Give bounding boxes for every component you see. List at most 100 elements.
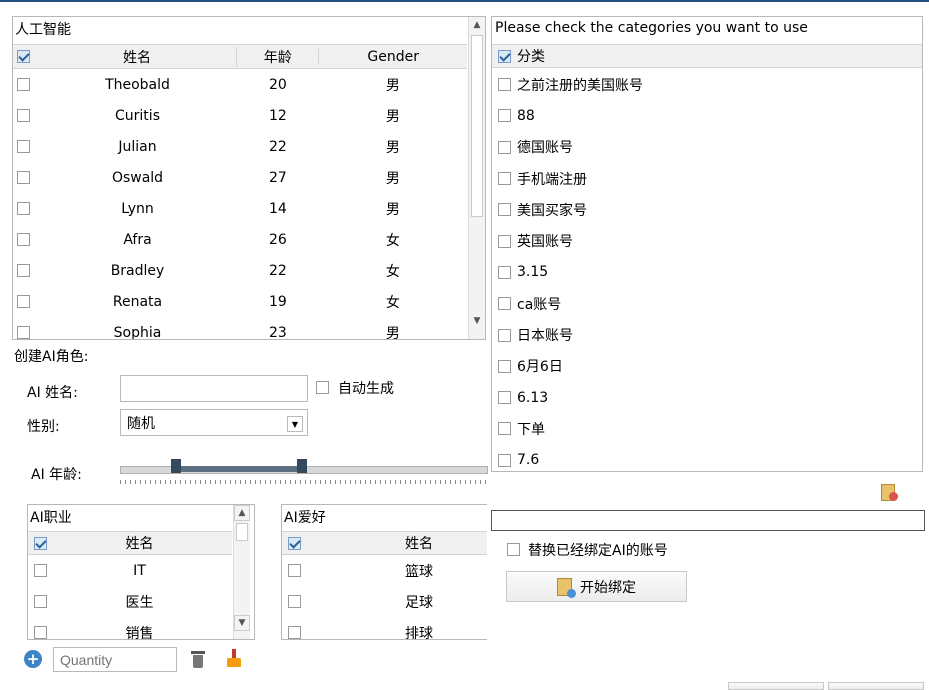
table-row[interactable]: Julian 22 男 — [13, 131, 467, 162]
category-item[interactable]: 美国买家号 — [492, 194, 922, 225]
category-checkbox[interactable] — [498, 78, 511, 92]
category-label: 7.6 — [517, 452, 540, 469]
jobs-column-header[interactable]: 姓名 — [47, 533, 232, 553]
remove-category-icon[interactable] — [880, 483, 898, 501]
category-checkbox[interactable] — [498, 265, 511, 279]
select-all-checkbox[interactable] — [17, 50, 30, 63]
cell-gender: 男 — [385, 77, 400, 94]
table-row[interactable]: Lynn 14 男 — [13, 193, 467, 224]
category-item[interactable]: 英国账号 — [492, 225, 922, 256]
category-item[interactable]: 6.13 — [492, 382, 922, 413]
add-icon[interactable]: + — [24, 650, 42, 668]
list-item[interactable]: 足球 — [282, 586, 487, 617]
scroll-up-icon[interactable]: ▲ — [234, 505, 250, 521]
item-label: 排球 — [405, 625, 433, 640]
list-item[interactable]: 排球 — [282, 617, 487, 640]
row-checkbox[interactable] — [17, 326, 30, 339]
slider-handle-max[interactable] — [297, 459, 307, 473]
category-item[interactable]: ca账号 — [492, 288, 922, 319]
table-row[interactable]: Curitis 12 男 — [13, 100, 467, 131]
list-item[interactable]: 销售 — [28, 617, 232, 639]
row-checkbox[interactable] — [17, 78, 30, 91]
categories-select-all-checkbox[interactable] — [498, 49, 511, 63]
start-binding-button[interactable]: 开始绑定 — [506, 571, 687, 602]
auto-generate-label[interactable]: 自动生成 — [338, 378, 394, 398]
hobbies-title: AI爱好 — [284, 510, 326, 526]
column-header-age[interactable]: 年龄 — [236, 46, 318, 67]
replace-bound-checkbox[interactable] — [507, 543, 520, 556]
category-checkbox[interactable] — [498, 172, 511, 186]
category-item[interactable]: 下单 — [492, 413, 922, 444]
scroll-down-icon[interactable]: ▼ — [469, 313, 485, 329]
scroll-up-icon[interactable]: ▲ — [469, 17, 485, 33]
category-checkbox[interactable] — [498, 234, 511, 248]
clear-broom-icon[interactable] — [226, 649, 242, 668]
gender-select[interactable]: 随机 ▼ — [120, 409, 308, 436]
row-checkbox[interactable] — [17, 264, 30, 277]
category-item[interactable]: 日本账号 — [492, 319, 922, 350]
row-checkbox[interactable] — [17, 295, 30, 308]
item-checkbox[interactable] — [288, 564, 301, 577]
category-item[interactable]: 88 — [492, 100, 922, 131]
item-checkbox[interactable] — [288, 595, 301, 608]
row-checkbox[interactable] — [17, 140, 30, 153]
list-item[interactable]: IT — [28, 555, 232, 586]
scrollbar-thumb[interactable] — [471, 35, 483, 217]
category-checkbox[interactable] — [498, 453, 511, 467]
hobbies-select-all-checkbox[interactable] — [288, 536, 301, 550]
trash-icon[interactable] — [191, 650, 205, 668]
cell-name: Bradley — [110, 262, 165, 279]
ai-name-input[interactable] — [120, 375, 308, 402]
category-item[interactable]: 3.15 — [492, 257, 922, 288]
table-row[interactable]: Sophia 23 男 — [13, 317, 467, 339]
category-checkbox[interactable] — [498, 422, 511, 436]
row-checkbox[interactable] — [17, 233, 30, 246]
column-header-gender[interactable]: Gender — [318, 48, 467, 65]
item-checkbox[interactable] — [288, 626, 301, 639]
category-item[interactable]: 德国账号 — [492, 132, 922, 163]
cell-gender: 女 — [385, 232, 400, 249]
item-checkbox[interactable] — [34, 626, 47, 639]
list-item[interactable]: 医生 — [28, 586, 232, 617]
jobs-scrollbar[interactable]: ▲ ▼ — [233, 505, 250, 639]
category-checkbox[interactable] — [498, 328, 511, 342]
scrollbar-thumb[interactable] — [236, 523, 248, 541]
item-checkbox[interactable] — [34, 564, 47, 577]
column-header-name[interactable]: 姓名 — [38, 47, 236, 67]
category-item[interactable]: 手机端注册 — [492, 163, 922, 194]
replace-bound-label[interactable]: 替换已经绑定AI的账号 — [528, 540, 668, 560]
category-checkbox[interactable] — [498, 140, 511, 154]
category-checkbox[interactable] — [498, 391, 511, 405]
category-item[interactable]: 之前注册的美国账号 — [492, 69, 922, 100]
item-checkbox[interactable] — [34, 595, 47, 608]
cell-name: Theobald — [105, 76, 170, 93]
table-row[interactable]: Renata 19 女 — [13, 286, 467, 317]
dialog-button-1[interactable] — [728, 682, 824, 690]
hobbies-column-header[interactable]: 姓名 — [351, 533, 487, 553]
cell-name: Afra — [123, 231, 152, 248]
dialog-button-2[interactable] — [828, 682, 924, 690]
table-row[interactable]: Theobald 20 男 — [13, 69, 467, 100]
table-row[interactable]: Bradley 22 女 — [13, 255, 467, 286]
category-item[interactable]: 7.6 — [492, 445, 922, 471]
category-item[interactable]: 6月6日 — [492, 351, 922, 382]
scroll-down-icon[interactable]: ▼ — [234, 615, 250, 631]
slider-handle-min[interactable] — [171, 459, 181, 473]
table-row[interactable]: Afra 26 女 — [13, 224, 467, 255]
auto-generate-checkbox[interactable] — [316, 381, 329, 394]
age-range-slider[interactable] — [120, 458, 488, 484]
ai-table-scrollbar[interactable]: ▲ ▼ — [468, 17, 485, 339]
list-item[interactable]: 篮球 — [282, 555, 487, 586]
chevron-down-icon[interactable]: ▼ — [287, 416, 303, 432]
categories-header-label[interactable]: 分类 — [517, 46, 545, 66]
row-checkbox[interactable] — [17, 109, 30, 122]
row-checkbox[interactable] — [17, 202, 30, 215]
category-checkbox[interactable] — [498, 203, 511, 217]
category-checkbox[interactable] — [498, 297, 511, 311]
category-checkbox[interactable] — [498, 359, 511, 373]
row-checkbox[interactable] — [17, 171, 30, 184]
quantity-input[interactable] — [53, 647, 177, 672]
category-checkbox[interactable] — [498, 109, 511, 123]
table-row[interactable]: Oswald 27 男 — [13, 162, 467, 193]
jobs-select-all-checkbox[interactable] — [34, 536, 47, 550]
